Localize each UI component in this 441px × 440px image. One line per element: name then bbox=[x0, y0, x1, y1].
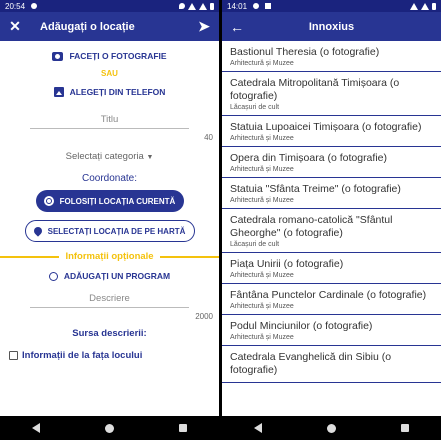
status-bar: 20:54 bbox=[0, 0, 219, 12]
battery-icon bbox=[210, 2, 214, 10]
or-label: SAU bbox=[101, 69, 118, 78]
description-source-label: Sursa descrierii: bbox=[72, 328, 147, 339]
item-category: Arhitectură și Muzee bbox=[230, 272, 294, 279]
divider bbox=[159, 255, 219, 258]
item-category: Arhitectură și Muzee bbox=[230, 60, 294, 67]
item-category: Lăcașuri de cult bbox=[230, 241, 280, 248]
home-nav-icon[interactable] bbox=[104, 423, 114, 433]
add-location-form: FACEȚI O FOTOGRAFIE SAU ALEGEȚI DIN TELE… bbox=[0, 41, 219, 416]
list-item[interactable]: Catedrala Evanghelică din Sibiu (o fotog… bbox=[222, 346, 441, 383]
battery-icon bbox=[432, 2, 436, 10]
image-icon bbox=[53, 87, 64, 97]
page-title: Innoxius bbox=[308, 20, 355, 33]
title-input[interactable]: Titlu bbox=[30, 114, 189, 129]
back-nav-icon[interactable] bbox=[32, 423, 41, 433]
recents-nav-icon[interactable] bbox=[400, 424, 409, 432]
close-icon[interactable]: ✕ bbox=[8, 18, 22, 35]
item-title: Bastionul Theresia (o fotografie) bbox=[230, 46, 380, 58]
description-input[interactable]: Descriere bbox=[30, 293, 189, 308]
app-bar: ✕ Adăugați o locație ➤ bbox=[0, 12, 219, 41]
list-item[interactable]: Fântâna Punctelor Cardinale (o fotografi… bbox=[222, 284, 441, 315]
add-program-label: ADĂUGAȚI UN PROGRAM bbox=[63, 271, 171, 281]
settings-icon bbox=[253, 3, 260, 9]
app-bar: ← Innoxius bbox=[222, 12, 441, 41]
send-icon[interactable]: ➤ bbox=[197, 18, 211, 35]
add-location-screen: 20:54 ✕ Adăugați o locație ➤ FACEȚI O FO… bbox=[0, 0, 219, 440]
title-counter: 40 bbox=[204, 133, 213, 142]
wifi-icon bbox=[188, 2, 196, 10]
list-item[interactable]: Statuia "Sfânta Treime" (o fotografie) A… bbox=[222, 178, 441, 209]
item-title: Podul Minciunilor (o fotografie) bbox=[230, 320, 373, 332]
status-time: 20:54 bbox=[5, 1, 26, 11]
location-icon bbox=[179, 3, 185, 9]
dropdown-arrow-icon: ▼ bbox=[146, 154, 154, 161]
divider bbox=[0, 255, 60, 258]
list-item[interactable]: Opera din Timișoara (o fotografie) Arhit… bbox=[222, 147, 441, 178]
take-photo-button[interactable]: FACEȚI O FOTOGRAFIE bbox=[0, 51, 219, 61]
item-category: Lăcașuri de cult bbox=[230, 104, 280, 111]
item-category: Arhitectură și Muzee bbox=[230, 334, 294, 341]
choose-from-phone-label: ALEGEȚI DIN TELEFON bbox=[69, 87, 166, 97]
innoxius-list-screen: 14:01 ← Innoxius Bastionul Theresia (o f… bbox=[222, 0, 441, 440]
list-item[interactable]: Catedrala romano-catolică "Sfântul Gheor… bbox=[222, 209, 441, 253]
list-item[interactable]: Piața Unirii (o fotografie) Arhitectură … bbox=[222, 253, 441, 284]
back-arrow-icon[interactable]: ← bbox=[230, 19, 244, 35]
signal-icon bbox=[421, 2, 429, 10]
description-counter: 2000 bbox=[195, 312, 213, 321]
map-pin-icon bbox=[31, 225, 44, 237]
list-item[interactable]: Podul Minciunilor (o fotografie) Arhitec… bbox=[222, 315, 441, 346]
category-select[interactable]: Selectați categoria ▼ bbox=[0, 151, 219, 162]
item-category: Arhitectură și Muzee bbox=[230, 135, 294, 142]
onsite-info-checkbox[interactable]: Informații de la fața locului bbox=[0, 350, 219, 361]
list-item[interactable]: Bastionul Theresia (o fotografie) Arhite… bbox=[222, 41, 441, 72]
coordinates-label: Coordonate: bbox=[81, 173, 138, 184]
system-nav-bar bbox=[222, 416, 441, 440]
item-title: Catedrala Evanghelică din Sibiu (o fotog… bbox=[230, 351, 392, 376]
camera-icon bbox=[52, 51, 64, 61]
item-category: Arhitectură și Muzee bbox=[230, 166, 294, 173]
list-item[interactable]: Catedrala Mitropolitană Timișoara (o fot… bbox=[222, 72, 441, 116]
list-item[interactable]: Statuia Lupoaicei Timișoara (o fotografi… bbox=[222, 116, 441, 147]
item-title: Opera din Timișoara (o fotografie) bbox=[230, 152, 387, 164]
clock-icon bbox=[48, 271, 58, 281]
sd-card-icon bbox=[265, 3, 272, 9]
item-title: Catedrala Mitropolitană Timișoara (o fot… bbox=[230, 77, 400, 102]
onsite-info-label: Informații de la fața locului bbox=[22, 350, 143, 361]
page-title: Adăugați o locație bbox=[40, 20, 135, 33]
item-title: Catedrala romano-catolică "Sfântul Gheor… bbox=[230, 214, 393, 239]
my-location-icon bbox=[43, 196, 54, 206]
item-title: Fântâna Punctelor Cardinale (o fotografi… bbox=[230, 289, 427, 301]
system-nav-bar bbox=[0, 416, 219, 440]
optional-info-label: Informații opționale bbox=[65, 251, 154, 262]
location-list: Bastionul Theresia (o fotografie) Arhite… bbox=[222, 41, 441, 416]
settings-icon bbox=[31, 3, 38, 9]
use-current-location-label: FOLOSIȚI LOCAȚIA CURENTĂ bbox=[59, 196, 176, 206]
item-title: Statuia "Sfânta Treime" (o fotografie) bbox=[230, 183, 401, 195]
take-photo-label: FACEȚI O FOTOGRAFIE bbox=[69, 51, 167, 61]
recents-nav-icon[interactable] bbox=[178, 424, 187, 432]
item-title: Piața Unirii (o fotografie) bbox=[230, 258, 344, 270]
add-program-button[interactable]: ADĂUGAȚI UN PROGRAM bbox=[0, 271, 219, 281]
item-category: Arhitectură și Muzee bbox=[230, 303, 294, 310]
category-label: Selectați categoria bbox=[65, 151, 144, 162]
optional-info-header: Informații opționale bbox=[0, 251, 219, 262]
item-title: Statuia Lupoaicei Timișoara (o fotografi… bbox=[230, 121, 422, 133]
status-time: 14:01 bbox=[227, 1, 248, 11]
home-nav-icon[interactable] bbox=[326, 423, 336, 433]
wifi-icon bbox=[410, 2, 418, 10]
select-on-map-button[interactable]: SELECTAȚI LOCAȚIA DE PE HARTĂ bbox=[24, 220, 195, 242]
back-nav-icon[interactable] bbox=[254, 423, 263, 433]
checkbox-icon[interactable] bbox=[9, 351, 18, 360]
use-current-location-button[interactable]: FOLOSIȚI LOCAȚIA CURENTĂ bbox=[35, 190, 184, 212]
item-category: Arhitectură și Muzee bbox=[230, 197, 294, 204]
select-on-map-label: SELECTAȚI LOCAȚIA DE PE HARTĂ bbox=[47, 226, 186, 236]
choose-from-phone-button[interactable]: ALEGEȚI DIN TELEFON bbox=[0, 87, 219, 97]
signal-icon bbox=[199, 2, 207, 10]
status-bar: 14:01 bbox=[222, 0, 441, 12]
